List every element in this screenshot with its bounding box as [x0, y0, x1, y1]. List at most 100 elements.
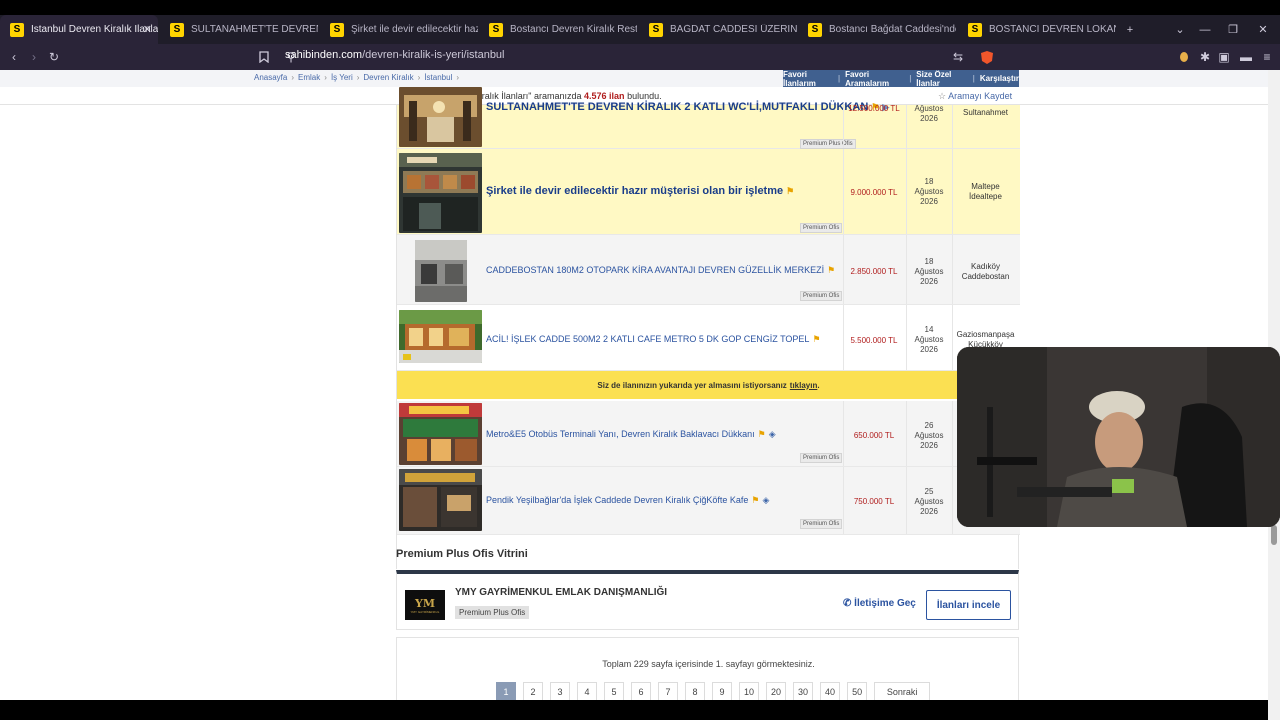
- page-button[interactable]: 8: [685, 682, 705, 702]
- listing-date: 18 Ağustos 2026: [906, 257, 952, 287]
- tab[interactable]: S BAĞDAT CADDESİ ÜZERİNDE DEVR: [639, 15, 797, 44]
- tab[interactable]: S Bostancı Devren Kiralık Restoran &: [479, 15, 637, 44]
- date-line: 2026: [920, 507, 938, 516]
- page-button[interactable]: 4: [577, 682, 597, 702]
- tab-active[interactable]: S İstanbul Devren Kiralık İlanları ✕: [0, 15, 158, 44]
- result-mid: aramanızda: [533, 91, 582, 101]
- sidebar-icon[interactable]: ▣: [1215, 48, 1233, 66]
- page-button[interactable]: 5: [604, 682, 624, 702]
- breadcrumb-item[interactable]: Anasayfa: [254, 73, 287, 82]
- listing-title[interactable]: Pendik Yeşilbağlar'da İşlek Caddede Devr…: [486, 495, 769, 506]
- listing-title-text: SULTANAHMET'TE DEVREN KİRALIK 2 KATLI WC…: [486, 101, 869, 113]
- listing-title[interactable]: ACİL! İŞLEK CADDE 500M2 2 KATLI CAFE MET…: [486, 334, 821, 345]
- page-button[interactable]: 50: [847, 682, 868, 702]
- listing-price: 2.850.000 TL: [850, 267, 898, 276]
- sahibinden-favicon-icon: S: [170, 22, 184, 37]
- company-name[interactable]: YMY GAYRİMENKUL EMLAK DANIŞMANLIĞI: [455, 587, 667, 598]
- listing-row[interactable]: Pendik Yeşilbağlar'da İşlek Caddede Devr…: [397, 467, 1020, 535]
- page-button[interactable]: 10: [739, 682, 760, 702]
- page-button[interactable]: 3: [550, 682, 570, 702]
- date-line: Ağustos: [914, 267, 944, 276]
- location-line: Caddebostan: [961, 272, 1010, 281]
- listing-thumbnail[interactable]: [399, 310, 482, 363]
- fav-searches-link[interactable]: Favori Aramalarım: [845, 70, 904, 88]
- next-page-button[interactable]: Sonraki: [874, 682, 931, 702]
- listing-title-text: Şirket ile devir edilecektir hazır müşte…: [486, 185, 784, 197]
- compare-link[interactable]: Karşılaştır: [980, 74, 1019, 83]
- listing-title[interactable]: Metro&E5 Otobüs Terminali Yanı, Devren K…: [486, 429, 776, 440]
- listing-thumbnail[interactable]: [399, 403, 482, 465]
- breadcrumb-item[interactable]: İstanbul: [424, 73, 452, 82]
- breadcrumb-item[interactable]: İş Yeri: [331, 73, 353, 82]
- menu-icon[interactable]: ≡: [1258, 48, 1276, 66]
- tab[interactable]: S SULTANAHMET'TE DEVREN KİRALIK: [160, 15, 318, 44]
- listing-thumbnail[interactable]: [399, 87, 482, 147]
- promo-link[interactable]: tıklayın: [790, 381, 818, 390]
- url-bar[interactable]: sahibinden.com/devren-kiralik-is-yeri/is…: [285, 49, 505, 61]
- logo-mark: YM: [414, 596, 436, 610]
- listing-title-text: CADDEBOSTAN 180M2 OTOPARK KİRA AVANTAJI …: [486, 265, 825, 275]
- page-button[interactable]: 20: [766, 682, 787, 702]
- office-badge: Premium Plus Ofis: [455, 606, 530, 619]
- brave-shield-icon[interactable]: [978, 48, 996, 66]
- scrollbar-thumb[interactable]: [1271, 525, 1277, 545]
- location-line: Gaziosmanpaşa: [956, 330, 1015, 339]
- wallet-icon[interactable]: [1175, 48, 1193, 66]
- webcam-image: [957, 347, 1280, 527]
- breadcrumb-separator: ›: [456, 73, 460, 82]
- view-listings-button[interactable]: İlanları incele: [926, 590, 1011, 620]
- tab[interactable]: S BOSTANCI DEVREN LOKANTA | 65: [958, 15, 1116, 44]
- reload-icon[interactable]: ↻: [45, 48, 63, 66]
- location-line: İdealtepe: [969, 192, 1002, 201]
- page-button[interactable]: 30: [793, 682, 814, 702]
- date-line: Ağustos: [914, 497, 944, 506]
- tab[interactable]: S Bostancı Bağdat Caddesi'nde Yükse: [798, 15, 956, 44]
- forward-icon[interactable]: ›: [25, 48, 43, 66]
- listing-date: 26 Ağustos 2026: [906, 421, 952, 451]
- listing-title[interactable]: CADDEBOSTAN 180M2 OTOPARK KİRA AVANTAJI …: [486, 265, 835, 276]
- listing-row[interactable]: SULTANAHMET'TE DEVREN KİRALIK 2 KATLI WC…: [397, 87, 1020, 149]
- listing-thumbnail[interactable]: [415, 240, 467, 302]
- contact-button[interactable]: ✆ İletişime Geç: [843, 598, 916, 609]
- minimize-icon[interactable]: —: [1190, 15, 1220, 44]
- page-button[interactable]: 6: [631, 682, 651, 702]
- tab-title: Şirket ile devir edilecektir hazır müş: [351, 24, 478, 35]
- tab[interactable]: S Şirket ile devir edilecektir hazır müş: [320, 15, 478, 44]
- extension-icon[interactable]: ✱: [1196, 48, 1214, 66]
- listing-title[interactable]: Şirket ile devir edilecektir hazır müşte…: [486, 185, 794, 197]
- listing-title[interactable]: SULTANAHMET'TE DEVREN KİRALIK 2 KATLI WC…: [486, 101, 889, 113]
- breadcrumb-item[interactable]: Devren Kiralık: [363, 73, 413, 82]
- page-button[interactable]: 7: [658, 682, 678, 702]
- breadcrumb-item[interactable]: Emlak: [298, 73, 320, 82]
- page-button[interactable]: 9: [712, 682, 732, 702]
- date-line: 26: [924, 421, 934, 430]
- bookmark-icon[interactable]: [255, 48, 273, 66]
- pin-icon: ⚑: [786, 186, 795, 196]
- favorites-bar: Favori İlanlarım | Favori Aramalarım | Siz…: [783, 70, 1019, 88]
- wallet-toggle-icon[interactable]: ▬: [1237, 48, 1255, 66]
- save-search-button[interactable]: ☆ Aramayı Kaydet: [938, 91, 1012, 102]
- page-button-current[interactable]: 1: [496, 682, 516, 702]
- fav-listings-link[interactable]: Favori İlanlarım: [783, 70, 833, 88]
- page-button[interactable]: 2: [523, 682, 543, 702]
- date-line: 25: [924, 487, 934, 496]
- listing-date: 14 Ağustos 2026: [906, 325, 952, 355]
- listing-price: 650.000 TL: [853, 431, 895, 440]
- close-tab-icon[interactable]: ✕: [143, 23, 152, 36]
- listing-thumbnail[interactable]: [399, 469, 482, 531]
- listing-row[interactable]: Metro&E5 Otobüs Terminali Yanı, Devren K…: [397, 401, 1020, 467]
- close-window-icon[interactable]: ✕: [1248, 15, 1278, 44]
- listing-date: 18 Ağustos 2026: [906, 177, 952, 207]
- maximize-icon[interactable]: ❐: [1218, 15, 1248, 44]
- listing-row[interactable]: ACİL! İŞLEK CADDE 500M2 2 KATLI CAFE MET…: [397, 305, 1020, 371]
- listing-row[interactable]: Şirket ile devir edilecektir hazır müşte…: [397, 149, 1020, 235]
- listing-row[interactable]: CADDEBOSTAN 180M2 OTOPARK KİRA AVANTAJI …: [397, 235, 1020, 305]
- date-line: 2026: [920, 345, 938, 354]
- company-logo[interactable]: YM YMY GAYRİMENKUL: [405, 590, 445, 620]
- translate-icon[interactable]: ⇆: [949, 48, 967, 66]
- new-tab-icon[interactable]: +: [1115, 15, 1145, 44]
- listing-thumbnail[interactable]: [399, 153, 482, 233]
- back-icon[interactable]: ‹: [5, 48, 23, 66]
- special-listings-link[interactable]: Size Özel İlanlar: [916, 70, 968, 88]
- page-button[interactable]: 40: [820, 682, 841, 702]
